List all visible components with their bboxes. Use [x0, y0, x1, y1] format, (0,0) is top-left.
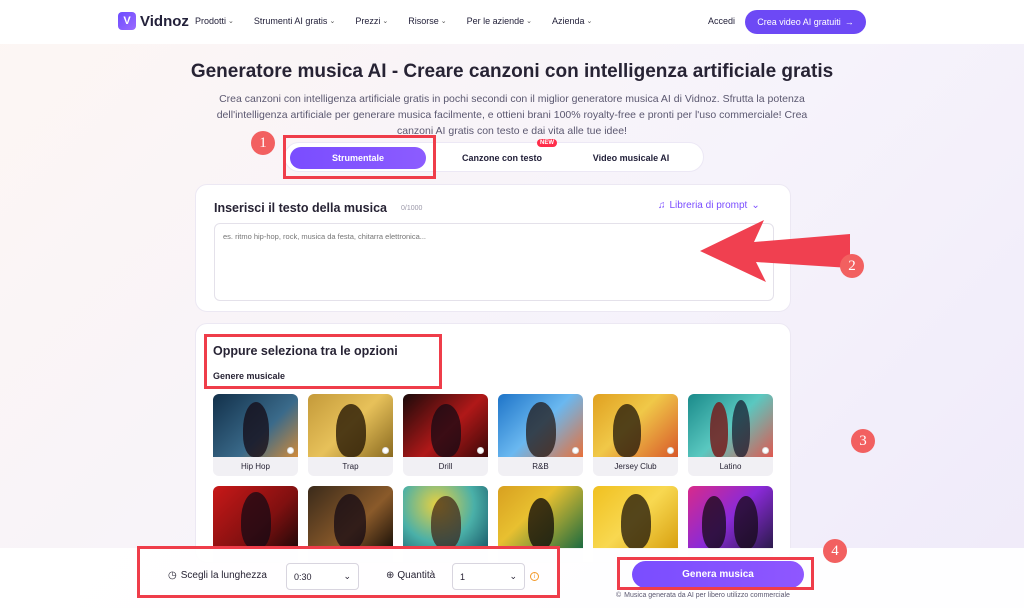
chevron-down-icon: ⌄ [440, 18, 447, 25]
chevron-down-icon: ⌄ [329, 18, 336, 25]
annotation-box-4a [137, 546, 560, 598]
login-link[interactable]: Accedi [708, 16, 735, 26]
chevron-down-icon: ⌄ [526, 18, 533, 25]
genre-tile-drill[interactable]: Drill [403, 394, 488, 476]
commercial-use-text: Musica generata da AI per libero utilizz… [624, 592, 790, 599]
main-menu: Prodotti ⌄ Strumenti AI gratis ⌄ Prezzi ⌄ R… [195, 16, 592, 26]
chevron-down-icon: ⌄ [586, 18, 593, 25]
select-radio[interactable] [477, 447, 484, 454]
commercial-use-note: © Musica generata da AI per libero utili… [616, 592, 790, 599]
logo[interactable]: V Vidnoz [118, 12, 189, 30]
genre-image [593, 486, 678, 549]
genre-tile-hip-hop[interactable]: Hip Hop [213, 394, 298, 476]
chevron-down-icon: ⌄ [382, 18, 389, 25]
menu-item-prezzi[interactable]: Prezzi ⌄ [355, 16, 388, 26]
select-radio[interactable] [762, 447, 769, 454]
annotation-number-4: 4 [823, 539, 847, 563]
annotation-box-3 [204, 334, 442, 389]
select-radio[interactable] [667, 447, 674, 454]
new-badge: NEW [537, 139, 557, 147]
prompt-library-label: Libreria di prompt [669, 200, 748, 211]
menu-item-azienda[interactable]: Azienda ⌄ [552, 16, 592, 26]
genre-image [498, 486, 583, 549]
genre-image [688, 486, 773, 549]
prompt-library-button[interactable]: ♫ Libreria di prompt ⌄ [658, 200, 760, 211]
genre-image [403, 486, 488, 549]
genre-image [403, 394, 488, 457]
menu-label: Strumenti AI gratis [253, 16, 328, 26]
genre-tile-latino[interactable]: Latino [688, 394, 773, 476]
chevron-down-icon: ⌄ [751, 200, 760, 211]
genre-name: Trap [342, 462, 359, 471]
genre-tile-trap[interactable]: Trap [308, 394, 393, 476]
cta-label: Crea video AI gratuiti [757, 17, 841, 27]
logo-text: Vidnoz [140, 12, 189, 30]
menu-item-aziende[interactable]: Per le aziende ⌄ [467, 16, 532, 26]
menu-item-risorse[interactable]: Risorse ⌄ [408, 16, 446, 26]
annotation-box-4b [617, 557, 814, 590]
genre-tile-jersey-club[interactable]: Jersey Club [593, 394, 678, 476]
genre-image [308, 394, 393, 457]
genre-image [308, 486, 393, 549]
page-title: Generatore musica AI - Creare canzoni co… [190, 61, 834, 82]
genre-name: Drill [438, 462, 453, 471]
select-radio[interactable] [287, 447, 294, 454]
annotation-number-1: 1 [251, 131, 275, 155]
tab-video-musicale[interactable]: Video musicale AI [571, 147, 691, 169]
arrow-right-icon: → [844, 17, 854, 27]
menu-label: Prezzi [355, 16, 381, 26]
page-subtitle: Crea canzoni con intelligenza artificial… [216, 93, 808, 137]
menu-label: Prodotti [195, 16, 227, 26]
music-text-input[interactable] [214, 223, 774, 301]
genre-name: R&B [532, 462, 549, 471]
genre-name: Jersey Club [614, 462, 657, 471]
copyright-icon: © [616, 592, 622, 599]
annotation-number-2: 2 [840, 254, 864, 278]
menu-label: Risorse [408, 16, 439, 26]
genre-image [688, 394, 773, 457]
char-counter: 0/1000 [401, 205, 423, 212]
genre-name: Latino [719, 462, 742, 471]
vidnoz-logo-icon: V [118, 12, 136, 30]
tab-canzone-con-testo[interactable]: Canzone con testo [437, 147, 567, 169]
input-label: Inserisci il testo della musica [214, 201, 387, 215]
menu-label: Per le aziende [466, 16, 525, 26]
annotation-arrow-icon [700, 220, 850, 282]
select-radio[interactable] [382, 447, 389, 454]
genre-name: Hip Hop [241, 462, 270, 471]
genre-tile-rnb[interactable]: R&B [498, 394, 583, 476]
menu-label: Azienda [552, 16, 585, 26]
genre-image [213, 394, 298, 457]
music-note-icon: ♫ [658, 200, 666, 211]
select-radio[interactable] [572, 447, 579, 454]
annotation-box-1 [283, 135, 436, 179]
annotation-number-3: 3 [851, 429, 875, 453]
top-nav: V Vidnoz Prodotti ⌄ Strumenti AI gratis ⌄ … [0, 0, 1024, 44]
chevron-down-icon: ⌄ [228, 18, 234, 25]
genre-image [498, 394, 583, 457]
create-video-button[interactable]: Crea video AI gratuiti → [745, 10, 866, 34]
genre-image [593, 394, 678, 457]
menu-item-prodotti[interactable]: Prodotti ⌄ [195, 16, 234, 26]
genre-image [213, 486, 298, 549]
menu-item-strumenti[interactable]: Strumenti AI gratis ⌄ [254, 16, 335, 26]
